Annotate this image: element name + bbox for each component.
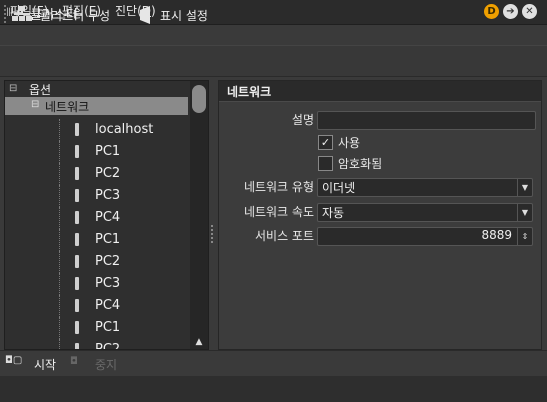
node-label: localhost <box>95 122 154 137</box>
arrow-right-icon[interactable]: ➔ <box>503 4 518 19</box>
node-label: PC1 <box>95 232 121 247</box>
start-button[interactable]: 시작 <box>34 356 56 373</box>
use-checkbox[interactable]: ✓ <box>318 135 333 150</box>
encrypted-label: 암호화됨 <box>338 157 383 171</box>
tree-connector <box>59 251 60 273</box>
node-icon <box>75 277 79 290</box>
toolbar-grip[interactable] <box>4 5 8 23</box>
node-label: PC3 <box>95 188 121 203</box>
use-label: 사용 <box>338 136 361 150</box>
node-icon <box>75 255 79 268</box>
node-icon <box>75 189 79 202</box>
tree-connector <box>59 119 60 141</box>
node-label: PC4 <box>95 298 121 313</box>
service-port-value: 8889 <box>481 228 512 242</box>
node-label: PC3 <box>95 276 121 291</box>
status-bar <box>0 350 547 375</box>
tree-connector <box>59 163 60 185</box>
network-type-select[interactable]: 이더넷 ▼ <box>317 178 533 197</box>
d-badge-button[interactable]: D <box>484 4 499 19</box>
scroll-down-icon[interactable]: ▲ <box>192 337 206 347</box>
chevron-down-icon[interactable]: ▼ <box>517 204 532 221</box>
node-label: PC1 <box>95 144 121 159</box>
tree-root-icon: ⊟ <box>9 83 18 94</box>
close-icon[interactable]: ✕ <box>522 4 537 19</box>
panel-splitter[interactable] <box>211 225 216 243</box>
tree-connector <box>59 273 60 295</box>
start-icon[interactable]: ◘▢ <box>5 355 22 367</box>
service-port-label: 서비스 포트 <box>254 229 314 243</box>
network-icon: ⊟ <box>31 99 40 110</box>
node-icon <box>75 233 79 246</box>
tree-connector <box>59 141 60 163</box>
network-type-value: 이더넷 <box>322 181 356 195</box>
tree-connector <box>59 295 60 317</box>
scroll-thumb[interactable] <box>192 85 206 113</box>
node-label: PC4 <box>95 210 121 225</box>
service-port-field[interactable]: 8889 ⇕ <box>317 227 533 246</box>
chevron-down-icon[interactable]: ▼ <box>517 179 532 196</box>
node-icon <box>75 145 79 158</box>
tree-scrollbar[interactable]: ▲ <box>190 81 208 349</box>
tree-connector <box>59 185 60 207</box>
tree-root-label[interactable]: 옵션 <box>29 81 51 98</box>
property-panel: 네트워크 설명 ✓ 사용 암호화됨 네트워크 유형 이더넷 ▼ 네트워크 속도 … <box>218 80 542 350</box>
tree-connector <box>59 229 60 251</box>
node-icon <box>75 123 79 136</box>
stop-button: 중지 <box>95 358 118 372</box>
node-label: PC2 <box>95 166 121 181</box>
node-icon <box>75 321 79 334</box>
network-speed-label: 네트워크 속도 <box>243 205 314 219</box>
node-icon <box>75 299 79 312</box>
cluster-config-button[interactable]: 클러스터 구성 <box>40 7 110 24</box>
encrypted-checkbox[interactable] <box>318 156 333 171</box>
spinner-icon[interactable]: ⇕ <box>517 228 532 245</box>
tree-connector <box>59 317 60 339</box>
description-label: 설명 <box>291 113 314 127</box>
menu-bar <box>0 25 547 45</box>
node-label: PC2 <box>95 254 121 269</box>
node-icon <box>75 343 79 349</box>
network-speed-value: 자동 <box>322 206 345 220</box>
network-speed-select[interactable]: 자동 ▼ <box>317 203 533 222</box>
network-type-label: 네트워크 유형 <box>243 180 314 194</box>
stop-icon: ◘ <box>70 356 78 367</box>
display-settings-button[interactable]: 표시 설정 <box>160 7 208 24</box>
tree-connector <box>59 207 60 229</box>
cluster-config-icon[interactable] <box>12 6 32 22</box>
description-field[interactable] <box>317 111 536 130</box>
node-icon <box>75 211 79 224</box>
toolbar <box>0 45 547 77</box>
node-label: PC1 <box>95 320 121 335</box>
node-icon <box>75 167 79 180</box>
property-title: 네트워크 <box>227 85 272 99</box>
node-label: PC2 <box>95 342 121 350</box>
display-settings-icon[interactable] <box>138 6 154 24</box>
bottom-strip <box>0 376 547 402</box>
tree-panel: ⊟ 옵션 ⊟ 네트워크 localhost PC1 PC2 PC3 PC4 PC… <box>4 80 209 350</box>
tree-network-label: 네트워크 <box>45 100 90 114</box>
tree-connector <box>59 339 60 349</box>
